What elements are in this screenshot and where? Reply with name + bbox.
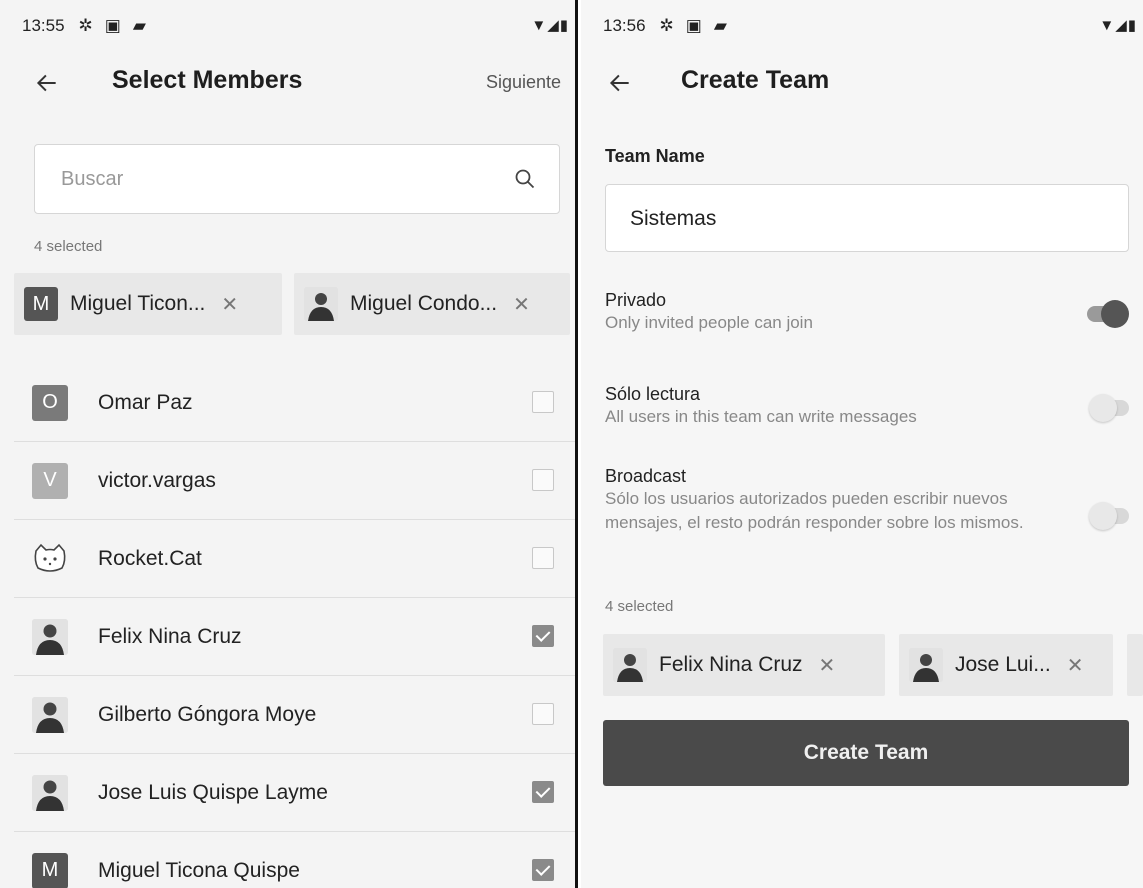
chip-label: Jose Lui... bbox=[955, 653, 1051, 676]
member-checkbox[interactable] bbox=[532, 859, 554, 881]
status-time: 13:56 bbox=[603, 16, 646, 35]
battery-icon: ▮ bbox=[1127, 17, 1137, 34]
avatar: M bbox=[24, 287, 58, 321]
setting-broadcast: Broadcast Sólo los usuarios autorizados … bbox=[605, 466, 1135, 535]
avatar bbox=[909, 648, 943, 682]
system-status-icons: ▼◢▮ bbox=[531, 16, 569, 34]
setting-description: Sólo los usuarios autorizados pueden esc… bbox=[605, 489, 1024, 532]
member-name: Miguel Ticona Quispe bbox=[98, 858, 300, 882]
read-only-toggle[interactable] bbox=[1089, 394, 1129, 422]
selected-member-chip[interactable]: Jose Lui... ✕ bbox=[899, 634, 1113, 696]
list-item[interactable]: Jose Luis Quispe Layme bbox=[14, 754, 575, 832]
member-name: Jose Luis Quispe Layme bbox=[98, 780, 328, 804]
battery-icon: ▮ bbox=[559, 17, 569, 34]
next-button[interactable]: Siguiente bbox=[486, 72, 561, 93]
chip-label: Miguel Condo... bbox=[350, 292, 498, 315]
member-checkbox[interactable] bbox=[532, 391, 554, 413]
selected-count: 4 selected bbox=[34, 238, 103, 255]
member-name: Gilberto Góngora Moye bbox=[98, 702, 317, 726]
member-checkbox[interactable] bbox=[532, 547, 554, 569]
app-bar: Create Team bbox=[581, 52, 1143, 114]
selected-member-chip[interactable] bbox=[1127, 634, 1143, 696]
selected-member-chip[interactable]: Felix Nina Cruz ✕ bbox=[603, 634, 885, 696]
member-checkbox[interactable] bbox=[532, 781, 554, 803]
avatar bbox=[32, 696, 68, 733]
member-name: Felix Nina Cruz bbox=[98, 624, 242, 648]
chip-label: Miguel Ticon... bbox=[70, 292, 206, 315]
member-name: Omar Paz bbox=[98, 390, 193, 414]
close-icon[interactable]: ✕ bbox=[1067, 653, 1084, 678]
search-input[interactable]: Buscar bbox=[34, 144, 560, 214]
avatar bbox=[613, 648, 647, 682]
close-icon[interactable]: ✕ bbox=[513, 292, 530, 317]
avatar bbox=[304, 287, 338, 321]
wifi-icon: ▼ bbox=[531, 17, 548, 34]
page-title: Select Members bbox=[112, 66, 303, 94]
list-item[interactable]: Vvictor.vargas bbox=[14, 442, 575, 520]
setting-title: Sólo lectura bbox=[605, 384, 701, 404]
select-members-screen: 13:55 ✲ ▣ ▰ ▼◢▮ Select Members Siguiente… bbox=[0, 0, 578, 888]
signal-icon: ◢ bbox=[547, 17, 560, 34]
avatar bbox=[32, 774, 68, 811]
team-name-label: Team Name bbox=[605, 146, 705, 166]
status-time: 13:55 bbox=[22, 16, 65, 35]
team-name-value: Sistemas bbox=[630, 207, 717, 230]
gear-icon: ✲ bbox=[659, 16, 674, 35]
list-item[interactable]: Gilberto Góngora Moye bbox=[14, 676, 575, 754]
status-bar: 13:56 ✲ ▣ ▰ ▼◢▮ bbox=[581, 0, 1143, 52]
setting-private: Privado Only invited people can join bbox=[605, 290, 1135, 335]
member-list: O Omar Paz Vvictor.vargas Rocket.Cat Felix N… bbox=[14, 364, 575, 888]
create-team-button[interactable]: Create Team bbox=[603, 720, 1129, 786]
member-name: victor.vargas bbox=[98, 468, 216, 492]
list-item[interactable]: Felix Nina Cruz bbox=[14, 598, 575, 676]
avatar: O bbox=[32, 384, 68, 421]
signal-icon: ◢ bbox=[1115, 17, 1128, 34]
image-icon: ▣ bbox=[104, 16, 121, 35]
private-toggle[interactable] bbox=[1087, 300, 1129, 328]
avatar: V bbox=[32, 462, 68, 499]
system-status-icons: ▼◢▮ bbox=[1099, 16, 1137, 34]
setting-description: Only invited people can join bbox=[605, 313, 813, 332]
sd-card-icon: ▰ bbox=[713, 16, 727, 35]
sd-card-icon: ▰ bbox=[132, 16, 146, 35]
close-icon[interactable]: ✕ bbox=[221, 292, 238, 317]
gear-icon: ✲ bbox=[78, 16, 93, 35]
team-name-field[interactable]: Sistemas bbox=[605, 184, 1129, 252]
setting-read-only: Sólo lectura All users in this team can … bbox=[605, 384, 1135, 429]
broadcast-toggle[interactable] bbox=[1089, 502, 1129, 530]
list-item[interactable]: M Miguel Ticona Quispe bbox=[14, 832, 575, 888]
selected-member-chip[interactable]: Miguel Condo... ✕ bbox=[294, 273, 570, 335]
app-bar: Select Members Siguiente bbox=[0, 52, 575, 114]
member-name: Rocket.Cat bbox=[98, 546, 202, 570]
selected-member-chip[interactable]: M Miguel Ticon... ✕ bbox=[14, 273, 282, 335]
search-icon[interactable] bbox=[513, 167, 537, 191]
member-checkbox[interactable] bbox=[532, 703, 554, 725]
arrow-left-icon[interactable] bbox=[34, 70, 60, 96]
chip-label: Felix Nina Cruz bbox=[659, 653, 803, 676]
cat-avatar-icon bbox=[32, 541, 68, 577]
status-bar: 13:55 ✲ ▣ ▰ ▼◢▮ bbox=[0, 0, 575, 52]
setting-description: All users in this team can write message… bbox=[605, 407, 917, 426]
avatar bbox=[32, 618, 68, 655]
list-item[interactable]: Rocket.Cat bbox=[14, 520, 575, 598]
create-team-screen: 13:56 ✲ ▣ ▰ ▼◢▮ Create Team Team Name Si… bbox=[581, 0, 1143, 888]
member-checkbox[interactable] bbox=[532, 469, 554, 491]
image-icon: ▣ bbox=[685, 16, 702, 35]
close-icon[interactable]: ✕ bbox=[819, 653, 836, 678]
avatar: M bbox=[32, 852, 68, 888]
setting-title: Privado bbox=[605, 290, 667, 310]
search-placeholder: Buscar bbox=[61, 168, 124, 190]
setting-title: Broadcast bbox=[605, 466, 687, 486]
page-title: Create Team bbox=[681, 66, 830, 94]
wifi-icon: ▼ bbox=[1099, 17, 1116, 34]
member-checkbox[interactable] bbox=[532, 625, 554, 647]
selected-count: 4 selected bbox=[605, 598, 674, 615]
list-item[interactable]: O Omar Paz bbox=[14, 364, 575, 442]
arrow-left-icon[interactable] bbox=[607, 70, 633, 96]
